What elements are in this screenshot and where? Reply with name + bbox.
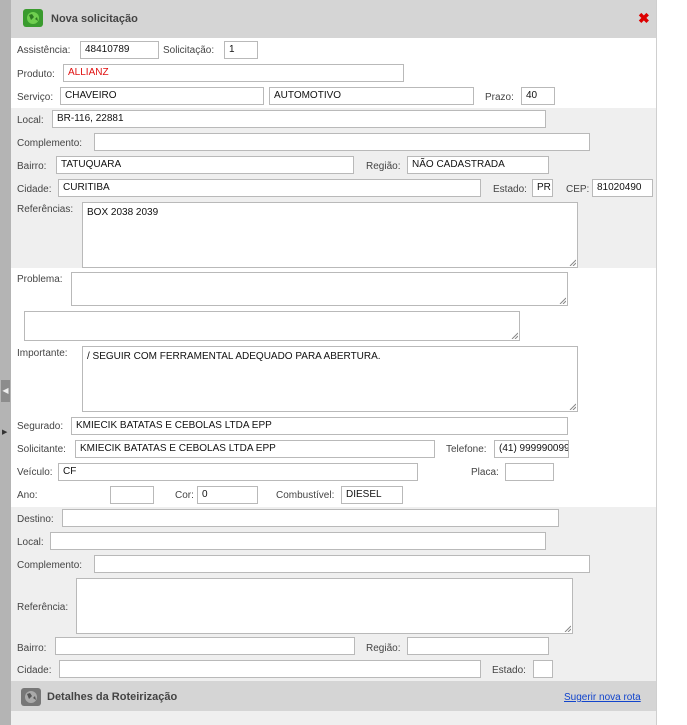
collapse-arrow-icon[interactable]: ◀	[1, 380, 10, 402]
suggest-new-route-link[interactable]: Sugerir nova rota	[564, 692, 641, 703]
service-type-field[interactable]: AUTOMOTIVO	[269, 87, 474, 105]
dest-region-label: Região:	[366, 643, 401, 654]
important-label: Importante:	[17, 348, 68, 359]
dest-complement-label: Complemento:	[17, 560, 83, 571]
panel-border	[656, 0, 657, 725]
references-text: BOX 2038 2039	[87, 207, 159, 218]
location-label: Local:	[17, 115, 44, 126]
routing-details-content	[11, 711, 656, 725]
assistance-field[interactable]: 48410789	[80, 41, 159, 59]
state-field[interactable]: PR	[532, 179, 553, 197]
location-field[interactable]: BR-116, 22881	[52, 110, 546, 128]
region-field[interactable]: NÃO CADASTRADA	[407, 156, 549, 174]
dest-complement-field[interactable]	[94, 555, 590, 573]
service-field[interactable]: CHAVEIRO	[60, 87, 264, 105]
deadline-label: Prazo:	[485, 92, 514, 103]
neighborhood-field[interactable]: TATUQUARA	[56, 156, 354, 174]
zipcode-label: CEP:	[566, 184, 590, 195]
important-text: / SEGUIR COM FERRAMENTAL ADEQUADO PARA A…	[87, 351, 381, 362]
assistance-label: Assistência:	[17, 45, 71, 56]
insured-label: Segurado:	[17, 421, 64, 432]
resize-grip-icon[interactable]	[569, 403, 576, 410]
year-label: Ano:	[17, 490, 38, 501]
request-field[interactable]: 1	[224, 41, 258, 59]
destination-field[interactable]	[62, 509, 559, 527]
year-field[interactable]	[110, 486, 154, 504]
problem-label: Problema:	[17, 274, 63, 285]
phone-label: Telefone:	[446, 444, 487, 455]
product-label: Produto:	[17, 69, 55, 80]
plate-label: Placa:	[471, 467, 499, 478]
region-label: Região:	[366, 161, 401, 172]
state-label: Estado:	[493, 184, 527, 195]
requester-field[interactable]: KMIECIK BATATAS E CEBOLAS LTDA EPP	[75, 440, 435, 458]
dest-state-label: Estado:	[492, 665, 526, 676]
dest-location-field[interactable]	[50, 532, 546, 550]
resize-grip-icon[interactable]	[564, 625, 571, 632]
close-x-icon[interactable]: ✖	[638, 11, 650, 25]
dest-region-field[interactable]	[407, 637, 549, 655]
dest-city-field[interactable]	[59, 660, 481, 678]
city-label: Cidade:	[17, 184, 52, 195]
requester-label: Solicitante:	[17, 444, 66, 455]
city-field[interactable]: CURITIBA	[58, 179, 481, 197]
routing-details-title: Detalhes da Roteirização	[47, 691, 178, 703]
phone-field[interactable]: (41) 999990099	[494, 440, 569, 458]
dest-city-label: Cidade:	[17, 665, 52, 676]
request-label: Solicitação:	[163, 45, 215, 56]
plate-field[interactable]	[505, 463, 554, 481]
complement-label: Complemento:	[17, 138, 83, 149]
resize-grip-icon[interactable]	[511, 332, 518, 339]
problem-detail-textarea[interactable]	[24, 311, 520, 341]
fuel-label: Combustível:	[276, 490, 335, 501]
neighborhood-label: Bairro:	[17, 161, 47, 172]
globe-route-icon	[21, 688, 41, 706]
vehicle-label: Veículo:	[17, 467, 53, 478]
resize-grip-icon[interactable]	[559, 297, 566, 304]
color-field[interactable]: 0	[197, 486, 258, 504]
references-textarea[interactable]: BOX 2038 2039	[82, 202, 578, 268]
fuel-field[interactable]: DIESEL	[341, 486, 403, 504]
problem-textarea[interactable]	[71, 272, 568, 306]
dest-reference-textarea[interactable]	[76, 578, 573, 634]
insured-field[interactable]: KMIECIK BATATAS E CEBOLAS LTDA EPP	[71, 417, 568, 435]
dest-neighborhood-label: Bairro:	[17, 643, 47, 654]
important-textarea[interactable]: / SEGUIR COM FERRAMENTAL ADEQUADO PARA A…	[82, 346, 578, 412]
deadline-field[interactable]: 40	[521, 87, 555, 105]
panel-header: Nova solicitação ✖	[11, 0, 656, 38]
zipcode-field[interactable]: 81020490	[592, 179, 653, 197]
color-label: Cor:	[175, 490, 194, 501]
complement-field[interactable]	[94, 133, 590, 151]
resize-grip-icon[interactable]	[569, 259, 576, 266]
new-request-panel: Nova solicitação ✖ Assistência: 48410789…	[11, 0, 656, 725]
dest-location-label: Local:	[17, 537, 44, 548]
globe-map-icon	[23, 9, 43, 27]
dest-reference-label: Referência:	[17, 602, 69, 613]
dest-state-field[interactable]	[533, 660, 553, 678]
product-field[interactable]: ALLIANZ	[63, 64, 404, 82]
expand-arrow-icon[interactable]: ▶	[2, 428, 7, 436]
destination-label: Destino:	[17, 514, 54, 525]
left-collapse-bar[interactable]: ◀ ▶	[0, 0, 11, 725]
vehicle-field[interactable]: CF	[58, 463, 418, 481]
dest-neighborhood-field[interactable]	[55, 637, 355, 655]
panel-title: Nova solicitação	[51, 13, 138, 25]
routing-details-bar[interactable]: Detalhes da Roteirização Sugerir nova ro…	[11, 681, 656, 711]
references-label: Referências:	[17, 204, 74, 215]
service-label: Serviço:	[17, 92, 54, 103]
